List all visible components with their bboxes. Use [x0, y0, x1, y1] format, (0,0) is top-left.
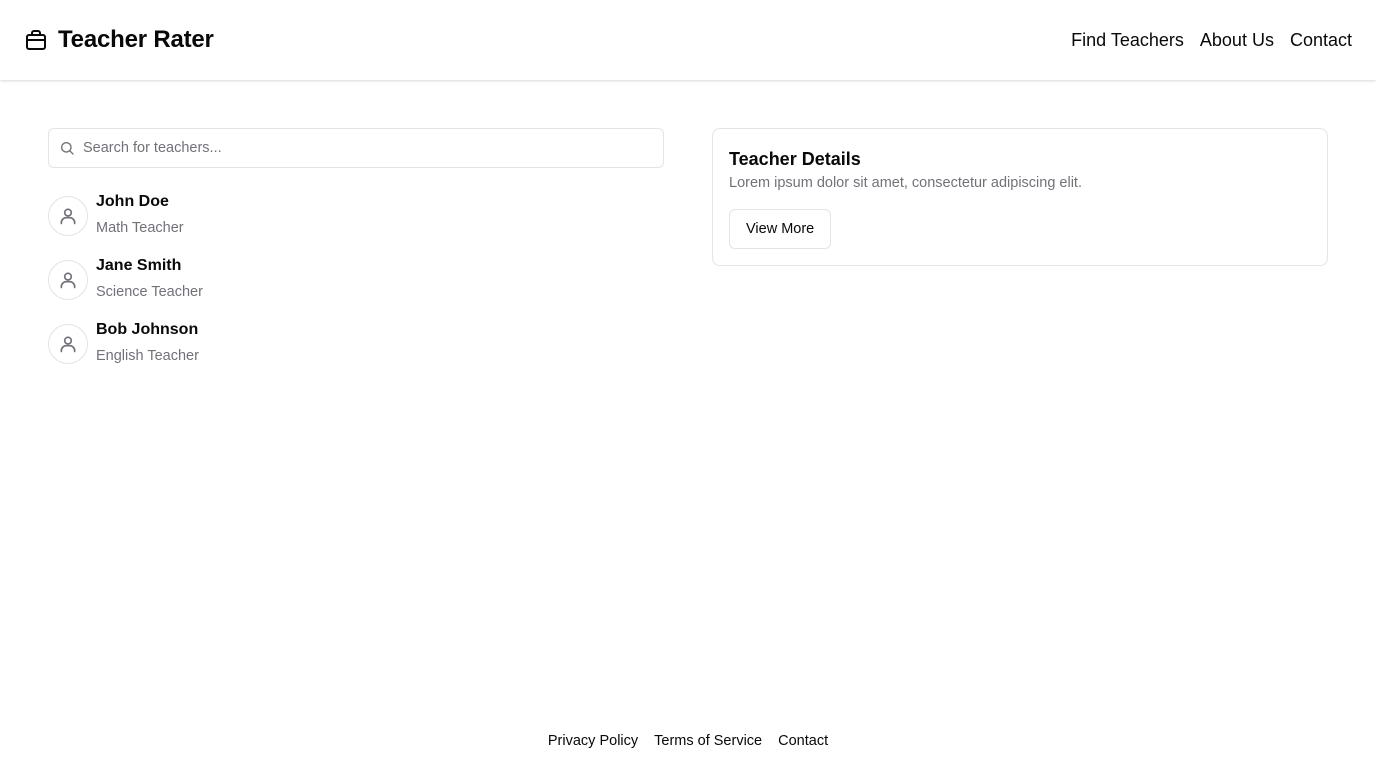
teacher-info: John Doe Math Teacher	[96, 193, 184, 238]
teacher-name: Bob Johnson	[96, 321, 199, 338]
details-description: Lorem ipsum dolor sit amet, consectetur …	[729, 175, 1082, 191]
teacher-list: John Doe Math Teacher Jane Smith Science…	[48, 193, 664, 386]
nav-link-find-teachers[interactable]: Find Teachers	[1071, 30, 1184, 51]
page-footer: Privacy Policy Terms of Service Contact	[0, 730, 1376, 752]
footer-link-privacy-policy[interactable]: Privacy Policy	[548, 730, 638, 752]
details-title: Teacher Details	[729, 149, 861, 169]
teacher-subject: English Teacher	[96, 348, 199, 364]
main-nav: Find Teachers About Us Contact	[1071, 30, 1352, 51]
nav-link-contact[interactable]: Contact	[1290, 30, 1352, 51]
avatar	[48, 260, 88, 300]
search-box[interactable]	[48, 128, 664, 168]
teacher-name: Jane Smith	[96, 257, 182, 274]
teacher-details-card: Teacher Details Lorem ipsum dolor sit am…	[712, 128, 1328, 266]
footer-link-contact[interactable]: Contact	[778, 730, 828, 752]
user-icon	[60, 208, 76, 225]
teacher-name: John Doe	[96, 193, 169, 210]
app-title: Teacher Rater	[58, 26, 214, 53]
teacher-subject: Science Teacher	[96, 284, 203, 300]
user-icon	[60, 336, 76, 353]
brand-logo-link[interactable]: Teacher Rater	[24, 26, 214, 54]
top-header: Teacher Rater Find Teachers About Us Con…	[0, 0, 1376, 80]
teacher-info: Bob Johnson English Teacher	[96, 321, 199, 366]
avatar	[48, 196, 88, 236]
teacher-list-item[interactable]: Jane Smith Science Teacher	[48, 257, 664, 322]
nav-link-about-us[interactable]: About Us	[1200, 30, 1274, 51]
teacher-list-item[interactable]: John Doe Math Teacher	[48, 193, 664, 258]
search-icon	[60, 142, 74, 155]
teacher-subject: Math Teacher	[96, 220, 184, 236]
teacher-search-panel: John Doe Math Teacher Jane Smith Science…	[48, 128, 664, 386]
view-more-button[interactable]: View More	[729, 209, 832, 249]
avatar	[48, 324, 88, 364]
footer-link-terms-of-service[interactable]: Terms of Service	[654, 730, 762, 752]
teacher-info: Jane Smith Science Teacher	[96, 257, 203, 302]
briefcase-icon	[26, 30, 46, 50]
search-input[interactable]	[83, 140, 651, 156]
teacher-list-item[interactable]: Bob Johnson English Teacher	[48, 321, 664, 386]
user-icon	[60, 272, 76, 289]
